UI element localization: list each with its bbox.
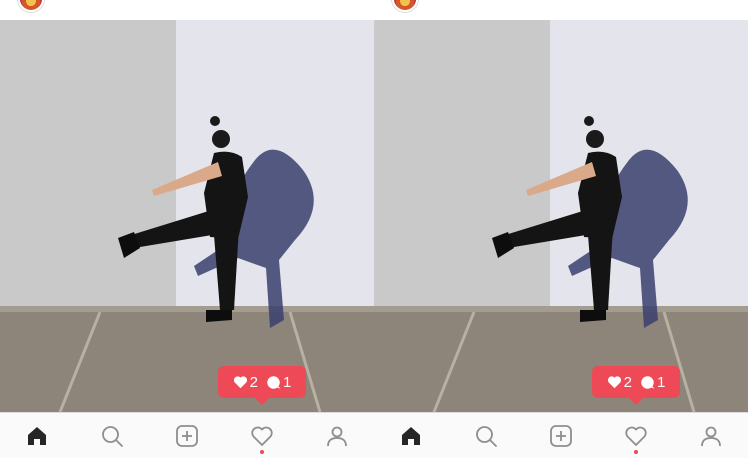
profile-avatar[interactable] xyxy=(392,0,418,12)
tab-activity[interactable] xyxy=(616,416,656,456)
post-header xyxy=(374,0,748,20)
profile-avatar[interactable] xyxy=(18,0,44,12)
search-icon xyxy=(476,425,498,447)
profile-icon xyxy=(700,426,721,446)
comments-count-group: 1 xyxy=(640,374,665,391)
likes-count: 2 xyxy=(249,373,258,391)
activity-heart-icon xyxy=(251,426,273,446)
home-icon xyxy=(402,426,421,445)
comments-count-group: 1 xyxy=(266,374,291,391)
likes-count: 2 xyxy=(623,373,632,391)
tab-search[interactable] xyxy=(466,416,506,456)
post-photo[interactable] xyxy=(374,20,748,412)
heart-icon xyxy=(607,376,621,389)
bottom-tab-bar xyxy=(0,412,374,458)
activity-badge-dot xyxy=(259,449,264,454)
profile-icon xyxy=(326,426,347,446)
comment-bubble-icon xyxy=(267,375,281,389)
tab-search[interactable] xyxy=(92,416,132,456)
likes-count-group: 2 xyxy=(233,374,258,391)
add-post-icon xyxy=(176,424,198,447)
comments-count: 1 xyxy=(283,373,292,391)
activity-badge-dot xyxy=(633,449,638,454)
add-post-icon xyxy=(550,424,572,447)
phone-screen-left: 2 1 xyxy=(0,0,374,458)
comment-bubble-icon xyxy=(641,375,655,389)
phone-screen-right: 2 1 xyxy=(374,0,748,458)
post-header xyxy=(0,0,374,20)
photo-scene xyxy=(0,20,374,412)
likes-count-group: 2 xyxy=(607,374,632,391)
post-photo[interactable] xyxy=(0,20,374,412)
tab-profile[interactable] xyxy=(691,416,731,456)
bottom-tab-bar xyxy=(374,412,748,458)
tab-activity[interactable] xyxy=(242,416,282,456)
home-icon xyxy=(28,426,47,445)
activity-notification-bubble[interactable]: 2 1 xyxy=(592,366,680,405)
photo-scene xyxy=(374,20,748,412)
activity-heart-icon xyxy=(625,426,647,446)
tab-home[interactable] xyxy=(17,416,57,456)
search-icon xyxy=(102,425,124,447)
tab-home[interactable] xyxy=(391,416,431,456)
comments-count: 1 xyxy=(657,373,666,391)
heart-icon xyxy=(233,376,247,389)
tab-new-post[interactable] xyxy=(541,416,581,456)
tab-profile[interactable] xyxy=(317,416,357,456)
tab-new-post[interactable] xyxy=(167,416,207,456)
activity-notification-bubble[interactable]: 2 1 xyxy=(218,366,306,405)
